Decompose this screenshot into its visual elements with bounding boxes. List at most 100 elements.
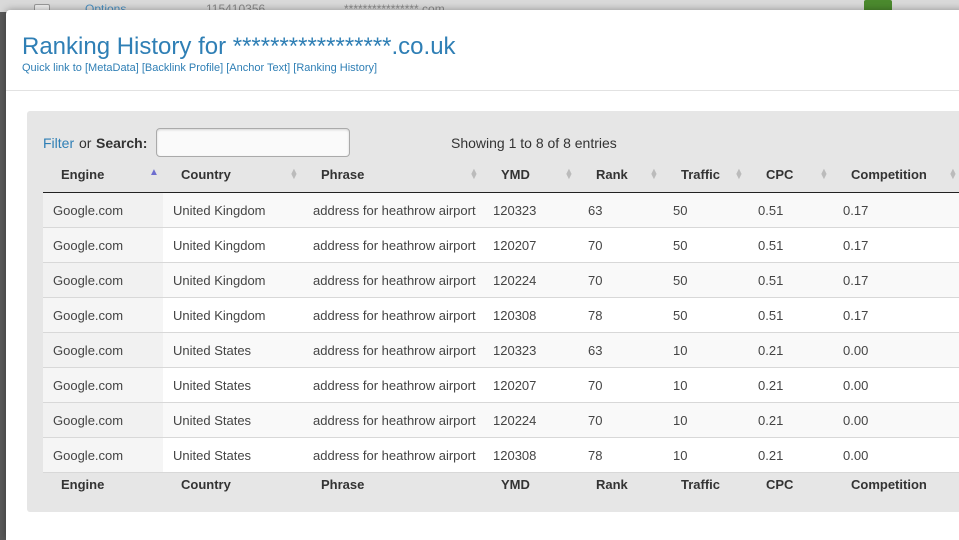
table-row[interactable]: Google.com United Kingdom address for heat… <box>43 227 959 263</box>
cell-country: United Kingdom <box>163 297 303 333</box>
cell-cpc: 0.51 <box>748 262 833 298</box>
cell-traffic: 10 <box>663 402 748 438</box>
cell-phrase: address for heathrow airport <box>303 192 483 228</box>
table-row[interactable]: Google.com United States address for heath… <box>43 437 959 473</box>
table-row[interactable]: Google.com United States address for heath… <box>43 402 959 438</box>
column-footer-phrase: Phrase <box>303 472 483 506</box>
cell-engine: Google.com <box>43 332 163 368</box>
column-header-ymd[interactable]: YMD ▲ ▼ <box>483 157 578 193</box>
table-row[interactable]: Google.com United States address for heath… <box>43 367 959 403</box>
cell-country: United Kingdom <box>163 192 303 228</box>
quick-link-ranking-history[interactable]: [Ranking History] <box>293 62 377 74</box>
table-row[interactable]: Google.com United States address for heath… <box>43 332 959 368</box>
column-header-traffic[interactable]: Traffic ▲ ▼ <box>663 157 748 193</box>
cell-rank: 78 <box>578 297 663 333</box>
cell-traffic: 10 <box>663 367 748 403</box>
ranking-table: Engine ▲ Country ▲ ▼ Phrase ▲ ▼ YMD ▲ ▼ Rank ▲ ▼ Traff… <box>43 157 959 506</box>
cell-engine: Google.com <box>43 192 163 228</box>
column-header-country[interactable]: Country ▲ ▼ <box>163 157 303 193</box>
quick-link-backlink-profile[interactable]: [Backlink Profile] <box>142 62 223 74</box>
sort-both-icon: ▲ ▼ <box>734 166 744 181</box>
column-header-label: Rank <box>596 167 628 182</box>
filter-link[interactable]: Filter <box>43 135 74 151</box>
cell-cpc: 0.21 <box>748 332 833 368</box>
cell-competition: 0.17 <box>833 227 959 263</box>
cell-engine: Google.com <box>43 227 163 263</box>
sort-ascending-icon: ▲ <box>149 167 159 178</box>
cell-ymd: 120323 <box>483 332 578 368</box>
table-info: Showing 1 to 8 of 8 entries <box>451 135 617 151</box>
cell-traffic: 50 <box>663 227 748 263</box>
cell-country: United States <box>163 437 303 473</box>
ranking-history-modal: Ranking History for *****************.co… <box>6 10 959 540</box>
column-footer-engine: Engine <box>43 472 163 506</box>
cell-phrase: address for heathrow airport <box>303 297 483 333</box>
column-header-competition[interactable]: Competition ▲ ▼ <box>833 157 959 193</box>
table-panel: Filter or Search: Showing 1 to 8 of 8 en… <box>27 111 959 512</box>
table-row[interactable]: Google.com United Kingdom address for heat… <box>43 297 959 333</box>
quick-link-metadata[interactable]: [MetaData] <box>85 62 139 74</box>
cell-ymd: 120308 <box>483 297 578 333</box>
column-header-rank[interactable]: Rank ▲ ▼ <box>578 157 663 193</box>
cell-country: United States <box>163 402 303 438</box>
cell-country: United Kingdom <box>163 262 303 298</box>
cell-ymd: 120224 <box>483 262 578 298</box>
cell-ymd: 120323 <box>483 192 578 228</box>
modal-header: Ranking History for *****************.co… <box>6 10 959 91</box>
cell-rank: 63 <box>578 192 663 228</box>
column-header-cpc[interactable]: CPC ▲ ▼ <box>748 157 833 193</box>
cell-rank: 70 <box>578 262 663 298</box>
cell-engine: Google.com <box>43 437 163 473</box>
cell-competition: 0.17 <box>833 297 959 333</box>
cell-country: United States <box>163 332 303 368</box>
cell-competition: 0.00 <box>833 367 959 403</box>
cell-cpc: 0.51 <box>748 192 833 228</box>
cell-traffic: 50 <box>663 297 748 333</box>
cell-cpc: 0.51 <box>748 227 833 263</box>
column-footer-cpc: CPC <box>748 472 833 506</box>
column-footer-rank: Rank <box>578 472 663 506</box>
table-header-row: Engine ▲ Country ▲ ▼ Phrase ▲ ▼ YMD ▲ ▼ Rank ▲ ▼ Traff… <box>43 157 959 193</box>
cell-engine: Google.com <box>43 297 163 333</box>
cell-rank: 78 <box>578 437 663 473</box>
table-row[interactable]: Google.com United Kingdom address for heat… <box>43 192 959 228</box>
cell-traffic: 10 <box>663 332 748 368</box>
cell-engine: Google.com <box>43 262 163 298</box>
sort-both-icon: ▲ ▼ <box>564 166 574 181</box>
search-label: Search: <box>96 135 148 151</box>
column-footer-traffic: Traffic <box>663 472 748 506</box>
sort-both-icon: ▲ ▼ <box>649 166 659 181</box>
cell-country: United States <box>163 367 303 403</box>
table-row[interactable]: Google.com United Kingdom address for heat… <box>43 262 959 298</box>
search-input[interactable] <box>156 128 350 157</box>
cell-cpc: 0.21 <box>748 367 833 403</box>
sort-both-icon: ▲ ▼ <box>819 166 829 181</box>
cell-competition: 0.17 <box>833 262 959 298</box>
cell-traffic: 50 <box>663 192 748 228</box>
cell-phrase: address for heathrow airport <box>303 332 483 368</box>
cell-rank: 70 <box>578 402 663 438</box>
column-footer-country: Country <box>163 472 303 506</box>
cell-engine: Google.com <box>43 402 163 438</box>
cell-competition: 0.00 <box>833 437 959 473</box>
column-header-label: CPC <box>766 167 794 182</box>
cell-traffic: 10 <box>663 437 748 473</box>
sort-both-icon: ▲ ▼ <box>948 166 958 181</box>
cell-phrase: address for heathrow airport <box>303 402 483 438</box>
quick-links-prefix: Quick link to <box>22 62 82 74</box>
cell-cpc: 0.21 <box>748 402 833 438</box>
column-header-engine[interactable]: Engine ▲ <box>43 157 163 193</box>
column-header-label: Competition <box>851 167 927 182</box>
cell-phrase: address for heathrow airport <box>303 437 483 473</box>
cell-rank: 63 <box>578 332 663 368</box>
cell-phrase: address for heathrow airport <box>303 262 483 298</box>
quick-link-anchor-text[interactable]: [Anchor Text] <box>226 62 290 74</box>
filter-or-text: or <box>79 135 92 151</box>
cell-competition: 0.17 <box>833 192 959 228</box>
modal-title: Ranking History for *****************.co… <box>22 33 456 60</box>
sort-both-icon: ▲ ▼ <box>289 166 299 181</box>
cell-rank: 70 <box>578 227 663 263</box>
column-header-phrase[interactable]: Phrase ▲ ▼ <box>303 157 483 193</box>
cell-traffic: 50 <box>663 262 748 298</box>
cell-rank: 70 <box>578 367 663 403</box>
